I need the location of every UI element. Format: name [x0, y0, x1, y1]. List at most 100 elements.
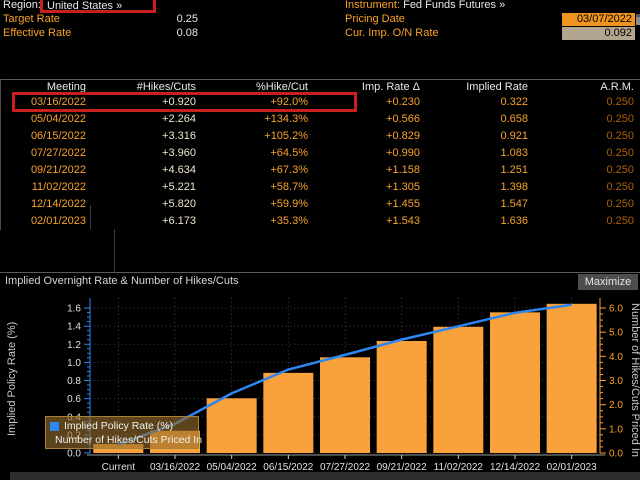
column-header[interactable]: Meeting [1, 80, 90, 94]
svg-text:3.0: 3.0 [609, 376, 623, 387]
column-header[interactable]: Imp. Rate Δ [312, 80, 424, 94]
legend-item-line: Implied Policy Rate (%) [50, 419, 194, 433]
legend-item-bar: Number of Hikes/Cuts Priced In [50, 433, 194, 447]
target-rate-value: 0.25 [130, 13, 198, 26]
table-cell: 06/15/2022 [1, 128, 90, 145]
legend-label: Implied Policy Rate (%) [64, 419, 173, 433]
table-cell: 0.921 [424, 128, 532, 145]
table-cell: +105.2% [200, 128, 312, 145]
table-cell: 0.250 [532, 196, 638, 213]
table-cell: +0.829 [312, 128, 424, 145]
table-cell: 1.083 [424, 145, 532, 162]
svg-text:0.6: 0.6 [67, 394, 81, 405]
table-cell: +35.3% [200, 213, 312, 230]
table-cell: +59.9% [200, 196, 312, 213]
target-rate-label: Target Rate [3, 13, 60, 26]
table-cell: +0.230 [312, 94, 424, 111]
svg-text:1.2: 1.2 [67, 340, 81, 351]
meetings-table: Meeting#Hikes/Cuts%Hike/CutImp. Rate ΔIm… [0, 79, 640, 230]
column-header[interactable]: #Hikes/Cuts [90, 80, 200, 94]
table-cell: 11/02/2022 [1, 179, 90, 196]
table-cell: +1.158 [312, 162, 424, 179]
bar [263, 373, 313, 453]
table-cell: 12/14/2022 [1, 196, 90, 213]
table-body: 03/16/2022+0.920+92.0%+0.2300.3220.25005… [1, 94, 640, 230]
table-cell: +1.543 [312, 213, 424, 230]
table-cell: 0.250 [532, 213, 638, 230]
column-header[interactable]: %Hike/Cut [200, 80, 312, 94]
table-cell: +5.820 [90, 196, 200, 213]
table-cell: +3.316 [90, 128, 200, 145]
svg-text:0.8: 0.8 [67, 376, 81, 387]
table-cell: 09/21/2022 [1, 162, 90, 179]
table-cell: +6.173 [90, 213, 200, 230]
table-cell: +64.5% [200, 145, 312, 162]
table-row[interactable]: 12/14/2022+5.820+59.9%+1.4551.5470.250 [1, 196, 640, 213]
svg-text:1.6: 1.6 [67, 304, 81, 315]
legend-label: Number of Hikes/Cuts Priced In [55, 433, 202, 447]
table-cell: 0.250 [532, 145, 638, 162]
region-value[interactable]: United States » [47, 0, 122, 12]
svg-text:5.0: 5.0 [609, 328, 623, 339]
effective-rate-label: Effective Rate [3, 27, 71, 40]
table-cell: 0.250 [532, 128, 638, 145]
table-cell: +2.264 [90, 111, 200, 128]
cur-imp-on-rate-label: Cur. Imp. O/N Rate [345, 27, 439, 40]
table-row[interactable]: 06/15/2022+3.316+105.2%+0.8290.9210.250 [1, 128, 640, 145]
bar [490, 312, 540, 453]
table-row[interactable]: 09/21/2022+4.634+67.3%+1.1581.2510.250 [1, 162, 640, 179]
table-cell: +1.305 [312, 179, 424, 196]
table-cell: 0.658 [424, 111, 532, 128]
bar [207, 398, 257, 453]
table-cell: 03/16/2022 [1, 94, 90, 111]
column-header[interactable]: Implied Rate [424, 80, 532, 94]
table-cell: +67.3% [200, 162, 312, 179]
table-row[interactable]: 03/16/2022+0.920+92.0%+0.2300.3220.250 [1, 94, 640, 111]
table-cell: 0.250 [532, 94, 638, 111]
svg-text:1.0: 1.0 [609, 424, 623, 435]
table-header: Meeting#Hikes/Cuts%Hike/CutImp. Rate ΔIm… [1, 80, 640, 94]
table-cell: 1.547 [424, 196, 532, 213]
table-cell: 0.322 [424, 94, 532, 111]
region-label: Region: [3, 0, 41, 12]
table-cell: +58.7% [200, 179, 312, 196]
instrument-label: Instrument: [345, 0, 400, 11]
right-axis-title: Number of Hikes/Cuts Priced In [625, 295, 640, 465]
bar [320, 357, 370, 453]
table-cell: +0.920 [90, 94, 200, 111]
right-axis: 0.01.02.03.04.05.06.0 [600, 298, 623, 460]
divider-line [114, 229, 115, 272]
instrument-row: Instrument: Fed Funds Futures » [345, 0, 505, 12]
left-axis-title: Implied Policy Rate (%) [6, 300, 22, 458]
table-cell: 0.250 [532, 162, 638, 179]
svg-text:1.0: 1.0 [67, 358, 81, 369]
table-cell: +0.566 [312, 111, 424, 128]
chart-legend: Implied Policy Rate (%) Number of Hikes/… [45, 416, 199, 449]
instrument-value[interactable]: Fed Funds Futures » [403, 0, 505, 11]
table-cell: 05/04/2022 [1, 111, 90, 128]
table-row[interactable]: 07/27/2022+3.960+64.5%+0.9901.0830.250 [1, 145, 640, 162]
table-cell: +3.960 [90, 145, 200, 162]
bottom-status-strip [10, 472, 640, 480]
table-cell: +4.634 [90, 162, 200, 179]
table-cell: +5.221 [90, 179, 200, 196]
column-header[interactable]: A.R.M. [532, 80, 638, 94]
bar [377, 341, 427, 453]
table-row[interactable]: 02/01/2023+6.173+35.3%+1.5431.6360.250 [1, 213, 640, 230]
table-cell: 07/27/2022 [1, 145, 90, 162]
table-cell: 02/01/2023 [1, 213, 90, 230]
table-cell: 0.250 [532, 179, 638, 196]
bar [433, 327, 483, 453]
table-row[interactable]: 05/04/2022+2.264+134.3%+0.5660.6580.250 [1, 111, 640, 128]
table-cell: +134.3% [200, 111, 312, 128]
table-row[interactable]: 11/02/2022+5.221+58.7%+1.3051.3980.250 [1, 179, 640, 196]
pricing-date-label: Pricing Date [345, 13, 405, 26]
table-cell: +1.455 [312, 196, 424, 213]
table-cell: 1.398 [424, 179, 532, 196]
wirp-screen: Region: United States » Instrument: Fed … [0, 0, 640, 480]
calendar-icon[interactable] [636, 14, 640, 25]
legend-swatch-blue [50, 422, 59, 431]
pricing-date-input[interactable]: 03/07/2022 [562, 13, 635, 26]
divider-line [90, 205, 91, 229]
cur-imp-on-rate-value[interactable]: 0.092 [562, 27, 635, 40]
